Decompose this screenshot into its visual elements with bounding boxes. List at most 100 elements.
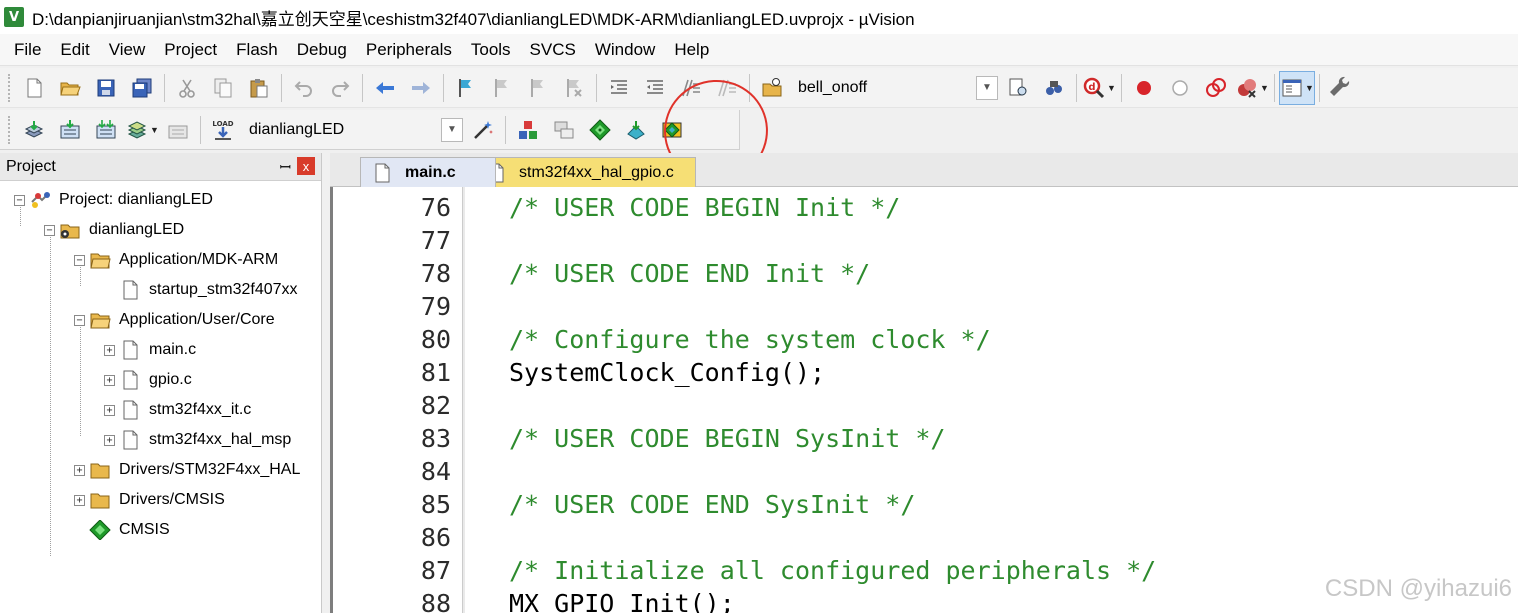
target-select[interactable]: dianliangLED ▼ [241, 116, 465, 144]
save-all-button[interactable] [124, 71, 160, 105]
code-comment: /* USER CODE END SysInit */ [509, 490, 916, 519]
tree-expander[interactable]: + [104, 434, 115, 446]
build-button[interactable] [52, 113, 88, 147]
tree-expander[interactable]: + [104, 374, 115, 386]
tree-expander[interactable]: + [104, 344, 115, 356]
tree-item-startup-file[interactable]: startup_stm32f407xx [104, 275, 298, 305]
tree-item-cmsis-component[interactable]: CMSIS [74, 515, 170, 545]
code-line[interactable]: 80 /* Configure the system clock */ [333, 323, 1513, 356]
load-download-icon: LOAD [212, 120, 234, 140]
menu-peripherals[interactable]: Peripherals [358, 40, 460, 60]
code-line[interactable]: 78 /* USER CODE END Init */ [333, 257, 1513, 290]
close-icon[interactable]: x [297, 157, 315, 175]
navigate-forward-button[interactable] [403, 71, 439, 105]
code-line[interactable]: 86 [333, 521, 1513, 554]
open-file-button[interactable] [52, 71, 88, 105]
tree-item-group-mdk-arm[interactable]: − Application/MDK-ARM [74, 245, 278, 275]
find-combo[interactable]: bell_onoff ▼ [790, 74, 1000, 102]
menu-tools[interactable]: Tools [463, 40, 519, 60]
undo-button[interactable] [286, 71, 322, 105]
tree-expander[interactable]: − [14, 194, 25, 206]
options-for-target-button[interactable] [465, 113, 501, 147]
tree-item-main-c[interactable]: + main.c [104, 335, 196, 365]
toolbar-separator [596, 73, 597, 102]
toolbar-grip[interactable] [8, 73, 12, 102]
menu-file[interactable]: File [6, 40, 49, 60]
tree-expander[interactable]: + [74, 464, 85, 476]
code-line[interactable]: 77 [333, 224, 1513, 257]
download-button[interactable]: LOAD [205, 113, 241, 147]
code-line[interactable]: 81 SystemClock_Config(); [333, 356, 1513, 389]
batch-build-button[interactable]: ▼ [124, 113, 160, 147]
tab-stm32f4xx-hal-gpio-c[interactable]: stm32f4xx_hal_gpio.c [470, 157, 696, 187]
indent-button[interactable] [601, 71, 637, 105]
menu-project[interactable]: Project [156, 40, 225, 60]
translate-button[interactable] [16, 113, 52, 147]
chevron-down-icon[interactable]: ▼ [441, 117, 463, 142]
find-button[interactable] [1000, 71, 1036, 105]
tree-item-project[interactable]: − Project: dianliangLED [14, 185, 213, 215]
new-file-button[interactable] [16, 71, 52, 105]
tree-item-group-user-core[interactable]: − Application/User/Core [74, 305, 275, 335]
tree-expander[interactable]: − [74, 254, 85, 266]
paste-button[interactable] [241, 71, 277, 105]
tree-expander[interactable]: − [74, 314, 85, 326]
next-bookmark-button[interactable] [520, 71, 556, 105]
tree-item-group-cmsis[interactable]: + Drivers/CMSIS [74, 485, 225, 515]
tree-expander[interactable]: + [74, 494, 85, 506]
tab-main-c[interactable]: main.c [360, 157, 496, 187]
pack-installer-icon [627, 120, 645, 140]
tree-item-group-hal-driver[interactable]: + Drivers/STM32F4xx_HAL [74, 455, 300, 485]
tree-item-it-c[interactable]: + stm32f4xx_it.c [104, 395, 251, 425]
rebuild-button[interactable] [88, 113, 124, 147]
pin-icon[interactable]: ꟷ [280, 158, 291, 177]
unindent-button[interactable] [637, 71, 673, 105]
code-line[interactable]: 84 [333, 455, 1513, 488]
code-line[interactable]: 83 /* USER CODE BEGIN SysInit */ [333, 422, 1513, 455]
menu-debug[interactable]: Debug [289, 40, 355, 60]
save-button[interactable] [88, 71, 124, 105]
tree-item-label: gpio.c [149, 371, 192, 388]
tree-expander[interactable]: − [44, 224, 55, 236]
code-editor[interactable]: 76 /* USER CODE BEGIN Init */ 77 78 /* USER … [330, 187, 1518, 613]
navigate-back-button[interactable] [367, 71, 403, 105]
window-title: D:\danpianjiruanjian\stm32hal\嘉立创天空星\ces… [32, 9, 915, 29]
manage-rte-button[interactable] [582, 113, 618, 147]
tree-item-target[interactable]: − dianliangLED [44, 215, 184, 245]
cut-button[interactable] [169, 71, 205, 105]
code-line[interactable]: 79 [333, 290, 1513, 323]
menu-edit[interactable]: Edit [52, 40, 97, 60]
debug-session-button[interactable]: d ▼ [1081, 71, 1117, 105]
disable-all-breakpoints-button[interactable] [1198, 71, 1234, 105]
stop-build-button[interactable] [160, 113, 196, 147]
window-layout-button[interactable]: ▼ [1279, 70, 1315, 105]
insert-breakpoint-button[interactable] [1126, 71, 1162, 105]
toolbar-separator [1076, 73, 1077, 102]
select-packs-button[interactable] [546, 113, 582, 147]
previous-bookmark-button[interactable] [484, 71, 520, 105]
pack-installer-button[interactable] [618, 113, 654, 147]
chevron-down-icon[interactable]: ▼ [976, 75, 998, 100]
configure-button[interactable] [1324, 71, 1360, 105]
clear-bookmarks-button[interactable] [556, 71, 592, 105]
menu-svcs[interactable]: SVCS [522, 40, 584, 60]
code-line[interactable]: 85 /* USER CODE END SysInit */ [333, 488, 1513, 521]
kill-all-breakpoints-button[interactable]: ▼ [1234, 71, 1270, 105]
insert-bookmark-button[interactable] [448, 71, 484, 105]
redo-button[interactable] [322, 71, 358, 105]
find-in-files-button[interactable] [754, 71, 790, 105]
tree-item-hal-msp[interactable]: + stm32f4xx_hal_msp [104, 425, 291, 455]
menu-view[interactable]: View [101, 40, 154, 60]
enable-breakpoint-button[interactable] [1162, 71, 1198, 105]
tree-item-gpio-c[interactable]: + gpio.c [104, 365, 192, 395]
toolbar-grip[interactable] [8, 115, 12, 144]
code-line[interactable]: 76 /* USER CODE BEGIN Init */ [333, 191, 1513, 224]
manage-project-items-button[interactable] [510, 113, 546, 147]
incremental-find-button[interactable] [1036, 71, 1072, 105]
menu-window[interactable]: Window [587, 40, 663, 60]
copy-button[interactable] [205, 71, 241, 105]
tree-expander[interactable]: + [104, 404, 115, 416]
menu-flash[interactable]: Flash [228, 40, 286, 60]
menu-help[interactable]: Help [666, 40, 717, 60]
code-line[interactable]: 82 [333, 389, 1513, 422]
